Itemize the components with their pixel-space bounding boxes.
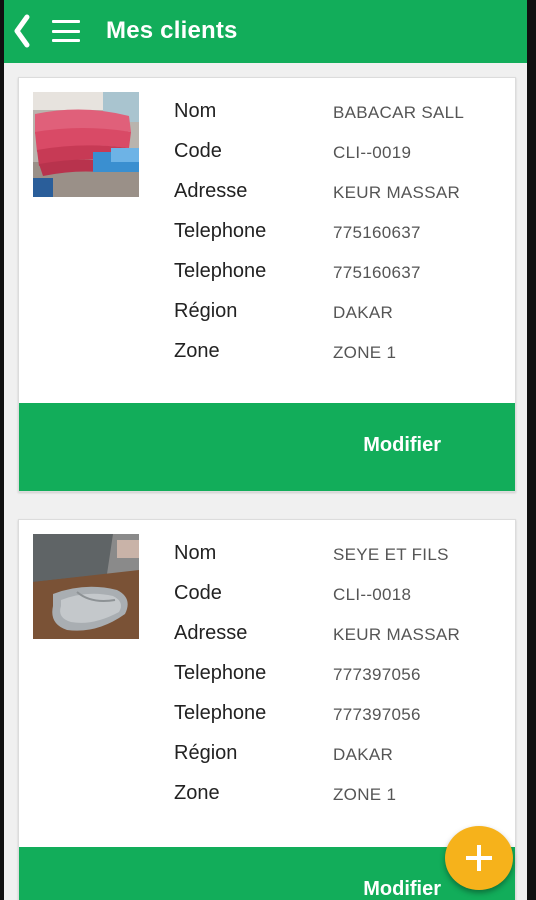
detail-row: Zone ZONE 1 [174,780,504,820]
field-value: ZONE 1 [333,343,397,362]
field-label: Code [174,140,222,162]
detail-row: Adresse KEUR MASSAR [174,620,504,660]
field-value: DAKAR [333,303,394,322]
client-details: Nom BABACAR SALL Code CLI--0019 Adresse … [174,98,504,378]
detail-row: Telephone 775160637 [174,258,504,298]
detail-row: Telephone 777397056 [174,660,504,700]
back-chevron-icon[interactable] [10,12,34,50]
field-label: Telephone [174,702,267,724]
detail-row: Adresse KEUR MASSAR [174,178,504,218]
field-label: Telephone [174,260,267,282]
field-label: Telephone [174,220,267,242]
client-photo [33,534,139,639]
field-label: Adresse [174,180,248,202]
field-label: Zone [174,340,220,362]
field-value: 777397056 [333,705,421,724]
field-label: Zone [174,782,220,804]
client-card: Nom BABACAR SALL Code CLI--0019 Adresse … [18,77,516,492]
detail-row: Région DAKAR [174,298,504,338]
field-label: Région [174,300,238,322]
app-bar: Mes clients [4,0,527,63]
modify-button[interactable]: Modifier [19,403,515,491]
app-screen: Mes clients Nom BABACAR SALL Code CLI--0… [4,0,527,900]
field-value: 777397056 [333,665,421,684]
client-details: Nom SEYE ET FILS Code CLI--0018 Adresse … [174,540,504,820]
modify-button[interactable]: Modifier [19,847,515,900]
field-label: Région [174,742,238,764]
page-title: Mes clients [106,17,238,44]
modify-button-label: Modifier [363,434,441,456]
field-value: SEYE ET FILS [333,545,449,564]
field-value: KEUR MASSAR [333,183,461,202]
field-label: Code [174,582,222,604]
field-label: Telephone [174,662,267,684]
modify-button-label: Modifier [363,878,441,900]
field-value: BABACAR SALL [333,103,465,122]
add-client-button[interactable] [445,826,513,890]
detail-row: Zone ZONE 1 [174,338,504,378]
field-value: CLI--0018 [333,585,412,604]
detail-row: Nom BABACAR SALL [174,98,504,138]
field-value: ZONE 1 [333,785,397,804]
client-photo [33,92,139,197]
field-value: CLI--0019 [333,143,412,162]
client-card: Nom SEYE ET FILS Code CLI--0018 Adresse … [18,519,516,900]
detail-row: Telephone 775160637 [174,218,504,258]
field-value: DAKAR [333,745,394,764]
field-label: Adresse [174,622,248,644]
plus-icon-vertical [477,845,481,871]
field-value: 775160637 [333,223,421,242]
field-label: Nom [174,100,217,122]
field-value: KEUR MASSAR [333,625,461,644]
hamburger-menu-icon[interactable] [52,20,80,42]
detail-row: Code CLI--0019 [174,138,504,178]
detail-row: Nom SEYE ET FILS [174,540,504,580]
detail-row: Région DAKAR [174,740,504,780]
field-value: 775160637 [333,263,421,282]
detail-row: Code CLI--0018 [174,580,504,620]
field-label: Nom [174,542,217,564]
detail-row: Telephone 777397056 [174,700,504,740]
